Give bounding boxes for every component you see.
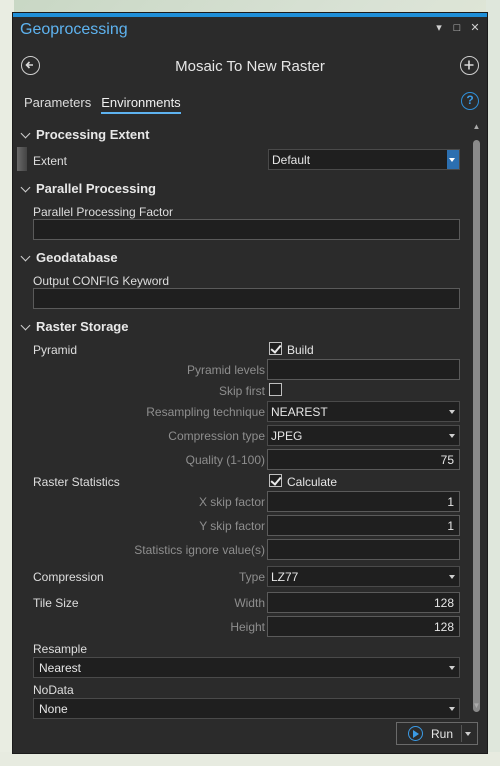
resampling-technique-value: NEAREST	[271, 405, 328, 419]
section-processing-extent[interactable]: Processing Extent	[20, 127, 150, 142]
chevron-down-icon	[449, 158, 455, 162]
pane-titlebar[interactable]: Geoprocessing ▾ □ ✕	[13, 17, 487, 45]
type-label: Type	[238, 570, 265, 584]
build-label: Build	[287, 343, 314, 357]
section-title: Parallel Processing	[36, 181, 156, 196]
y-skip-factor-input[interactable]: 1	[267, 515, 460, 536]
parallel-factor-input[interactable]	[33, 219, 460, 240]
section-title: Raster Storage	[36, 319, 129, 334]
tile-size-label: Tile Size	[33, 596, 79, 610]
pane-title: Geoprocessing	[20, 21, 128, 38]
resample-dropdown[interactable]: Nearest	[33, 657, 460, 678]
chevron-down-icon	[20, 128, 31, 138]
pyramid-levels-label: Pyramid levels	[186, 363, 265, 377]
calculate-label: Calculate	[287, 475, 338, 489]
section-title: Processing Extent	[36, 127, 150, 142]
tab-bar: Parameters Environments	[24, 95, 181, 114]
chevron-down-icon	[449, 707, 455, 711]
config-keyword-label: Output CONFIG Keyword	[33, 274, 170, 288]
tile-width-input[interactable]: 128	[267, 592, 460, 613]
extent-drag-handle[interactable]	[17, 147, 27, 171]
scroll-up-arrow-icon[interactable]: ▲	[472, 122, 481, 132]
pyramid-levels-input[interactable]	[267, 359, 460, 380]
close-icon[interactable]: ✕	[469, 21, 481, 35]
compression-type-label: Compression type	[168, 429, 265, 443]
extent-dropdown[interactable]: Default	[268, 149, 460, 170]
extent-value: Default	[272, 153, 311, 167]
run-button[interactable]: Run	[396, 722, 478, 745]
resampling-technique-label: Resampling technique	[146, 405, 265, 419]
section-parallel-processing[interactable]: Parallel Processing	[20, 181, 156, 196]
tool-title: Mosaic To New Raster	[175, 58, 325, 75]
chevron-down-icon	[449, 666, 455, 670]
skip-first-label: Skip first	[218, 384, 265, 398]
chevron-down-icon	[20, 251, 31, 261]
map-edge-right	[486, 0, 500, 766]
window-controls: ▾ □ ✕	[433, 21, 481, 35]
compression-type-dropdown[interactable]: JPEG	[267, 425, 460, 446]
build-checkbox[interactable]	[269, 342, 282, 355]
vertical-scrollbar[interactable]: ▲ ▼	[472, 122, 481, 712]
pyramid-label: Pyramid	[33, 343, 78, 357]
width-label: Width	[234, 596, 265, 610]
quality-input[interactable]: 75	[267, 449, 460, 470]
nodata-dropdown[interactable]: None	[33, 698, 460, 719]
resampling-technique-dropdown[interactable]: NEAREST	[267, 401, 460, 422]
extent-label: Extent	[33, 154, 68, 168]
tile-height-input[interactable]: 128	[267, 616, 460, 637]
y-skip-factor-label: Y skip factor	[199, 519, 265, 533]
map-edge-left	[0, 0, 14, 766]
add-icon	[464, 60, 474, 70]
scroll-down-arrow-icon[interactable]: ▼	[472, 701, 481, 711]
raster-statistics-label: Raster Statistics	[33, 475, 120, 489]
statistics-ignore-input[interactable]	[267, 539, 460, 560]
tab-parameters[interactable]: Parameters	[24, 95, 91, 114]
scroll-thumb[interactable]	[473, 140, 480, 712]
quality-label: Quality (1-100)	[185, 453, 265, 467]
tab-environments[interactable]: Environments	[101, 95, 181, 114]
run-label: Run	[431, 727, 454, 741]
map-edge-bottom	[0, 752, 500, 766]
resample-label: Resample	[33, 642, 88, 656]
help-icon[interactable]: ?	[461, 92, 479, 110]
chevron-down-icon	[449, 410, 455, 414]
chevron-down-icon	[449, 575, 455, 579]
chevron-down-icon	[20, 320, 31, 330]
section-raster-storage[interactable]: Raster Storage	[20, 319, 129, 334]
compression-type-value: JPEG	[271, 429, 303, 443]
nodata-label: NoData	[33, 683, 74, 697]
run-separator	[461, 725, 462, 742]
environments-scroll-area[interactable]: Processing Extent Extent Default Paralle…	[13, 120, 487, 719]
compression-type-lz-dropdown[interactable]: LZ77	[267, 566, 460, 587]
type-value: LZ77	[271, 570, 299, 584]
height-label: Height	[230, 620, 265, 634]
chevron-down-icon	[449, 434, 455, 438]
chevron-down-icon	[20, 182, 31, 192]
calculate-checkbox[interactable]	[269, 474, 282, 487]
add-button[interactable]	[460, 56, 479, 75]
resample-value: Nearest	[39, 661, 82, 675]
section-geodatabase[interactable]: Geodatabase	[20, 250, 118, 265]
config-keyword-input[interactable]	[33, 288, 460, 309]
skip-first-checkbox[interactable]	[269, 383, 282, 396]
x-skip-factor-input[interactable]: 1	[267, 491, 460, 512]
pane-menu-icon[interactable]: ▾	[433, 21, 445, 35]
chevron-down-icon[interactable]	[465, 732, 471, 736]
play-icon	[408, 726, 423, 741]
nodata-value: None	[39, 702, 68, 716]
statistics-ignore-label: Statistics ignore value(s)	[134, 543, 265, 557]
x-skip-factor-label: X skip factor	[198, 495, 265, 509]
maximize-icon[interactable]: □	[451, 21, 463, 35]
compression-label: Compression	[33, 570, 104, 584]
section-title: Geodatabase	[36, 250, 118, 265]
geoprocessing-pane: Geoprocessing ▾ □ ✕ Mosaic To New Raster…	[13, 13, 487, 753]
parallel-factor-label: Parallel Processing Factor	[33, 205, 174, 219]
